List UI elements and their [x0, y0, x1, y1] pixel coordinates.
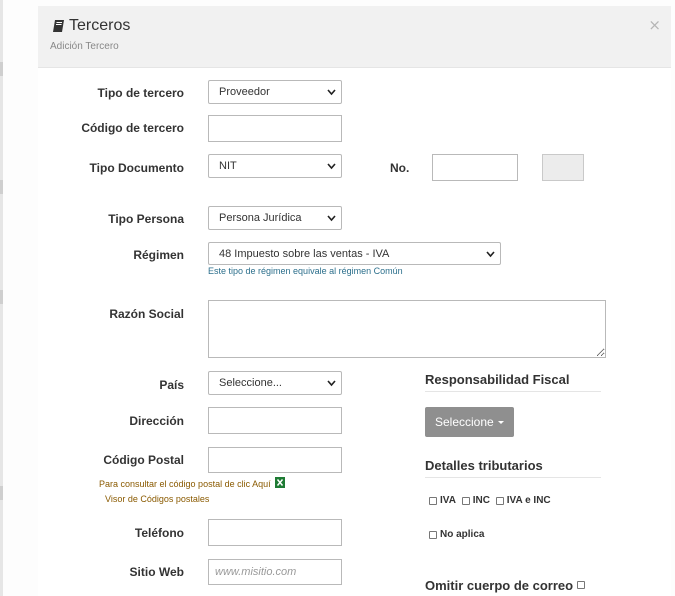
tipo-tercero-select[interactable]: Proveedor — [208, 80, 342, 104]
responsabilidad-fiscal-title: Responsabilidad Fiscal — [425, 372, 601, 392]
iva-checkbox[interactable] — [429, 496, 437, 505]
book-icon — [53, 20, 64, 32]
regimen-value: 48 Impuesto sobre las ventas - IVA — [219, 247, 390, 260]
direccion-label: Dirección — [129, 414, 184, 428]
telefono-input[interactable] — [208, 519, 342, 546]
terceros-modal: Terceros Adición Tercero × Tipo de terce… — [38, 6, 671, 596]
no-aplica-label: No aplica — [440, 529, 485, 540]
modal-header: Terceros Adición Tercero × — [38, 6, 671, 68]
caret-down-icon — [497, 420, 504, 424]
tipo-documento-label: Tipo Documento — [89, 161, 184, 175]
tipo-tercero-label: Tipo de tercero — [97, 86, 184, 100]
razon-social-label: Razón Social — [109, 307, 184, 321]
direccion-input[interactable] — [208, 407, 342, 434]
chevron-down-icon — [327, 380, 336, 387]
codigo-tercero-input[interactable] — [208, 115, 342, 142]
regimen-label: Régimen — [133, 248, 184, 262]
numero-label: No. — [390, 161, 410, 175]
excel-icon[interactable] — [275, 477, 286, 488]
detalles-tributarios-title: Detalles tributarios — [425, 458, 601, 478]
sitio-web-label: Sitio Web — [129, 565, 184, 579]
omitir-cuerpo-correo-checkbox[interactable] — [576, 581, 585, 589]
background-mark — [0, 486, 3, 500]
omitir-cuerpo-correo: Omitir cuerpo de correo — [425, 578, 585, 593]
close-icon[interactable]: × — [648, 16, 661, 34]
codigo-postal-label: Código Postal — [103, 453, 184, 467]
sitio-web-input[interactable] — [208, 559, 342, 585]
pais-label: País — [159, 378, 184, 392]
pais-select[interactable]: Seleccione... — [208, 371, 342, 395]
tipo-documento-value: NIT — [219, 160, 237, 172]
tipo-persona-select[interactable]: Persona Jurídica — [208, 206, 342, 230]
seleccione-label: Seleccione — [435, 415, 494, 429]
iva-inc-label: IVA e INC — [506, 495, 551, 506]
background-mark — [0, 62, 3, 76]
detalles-tributarios-options: IVA INC IVA e INC — [429, 495, 554, 506]
codigo-postal-consulta-text: Para consultar el código postal de clic … — [99, 479, 271, 489]
visor-codigos-postales-link[interactable]: Visor de Códigos postales — [105, 494, 209, 504]
background-mark — [0, 180, 3, 194]
iva-inc-checkbox[interactable] — [495, 496, 504, 505]
pais-value: Seleccione... — [219, 377, 282, 389]
codigo-tercero-label: Código de tercero — [81, 121, 184, 135]
razon-social-textarea[interactable] — [208, 300, 606, 358]
chevron-down-icon — [327, 215, 336, 222]
background-mark — [0, 290, 3, 304]
chevron-down-icon — [486, 250, 495, 257]
no-aplica-checkbox[interactable] — [429, 530, 437, 539]
chevron-down-icon — [327, 163, 336, 170]
regimen-select[interactable]: 48 Impuesto sobre las ventas - IVA — [208, 242, 501, 265]
omitir-cuerpo-correo-label: Omitir cuerpo de correo — [425, 578, 574, 593]
inc-label: INC — [472, 495, 490, 506]
codigo-postal-input[interactable] — [208, 447, 342, 473]
tipo-tercero-value: Proveedor — [219, 86, 270, 98]
tipo-persona-label: Tipo Persona — [108, 212, 184, 226]
inc-checkbox[interactable] — [461, 496, 470, 505]
telefono-label: Teléfono — [134, 526, 184, 540]
digito-verificacion-input — [542, 154, 584, 181]
codigo-postal-consulta-link[interactable]: Para consultar el código postal de clic … — [99, 477, 286, 489]
responsabilidad-seleccione-button[interactable]: Seleccione — [425, 407, 514, 437]
chevron-down-icon — [327, 89, 336, 96]
tipo-documento-select[interactable]: NIT — [208, 154, 342, 178]
modal-subtitle: Adición Tercero — [50, 41, 119, 52]
no-aplica-option: No aplica — [429, 529, 487, 540]
iva-label: IVA — [440, 495, 456, 506]
tipo-persona-value: Persona Jurídica — [219, 212, 302, 224]
modal-title: Terceros — [69, 17, 131, 34]
regimen-help-text: Este tipo de régimen equivale al régimen… — [208, 266, 403, 276]
numero-documento-input[interactable] — [432, 154, 518, 181]
